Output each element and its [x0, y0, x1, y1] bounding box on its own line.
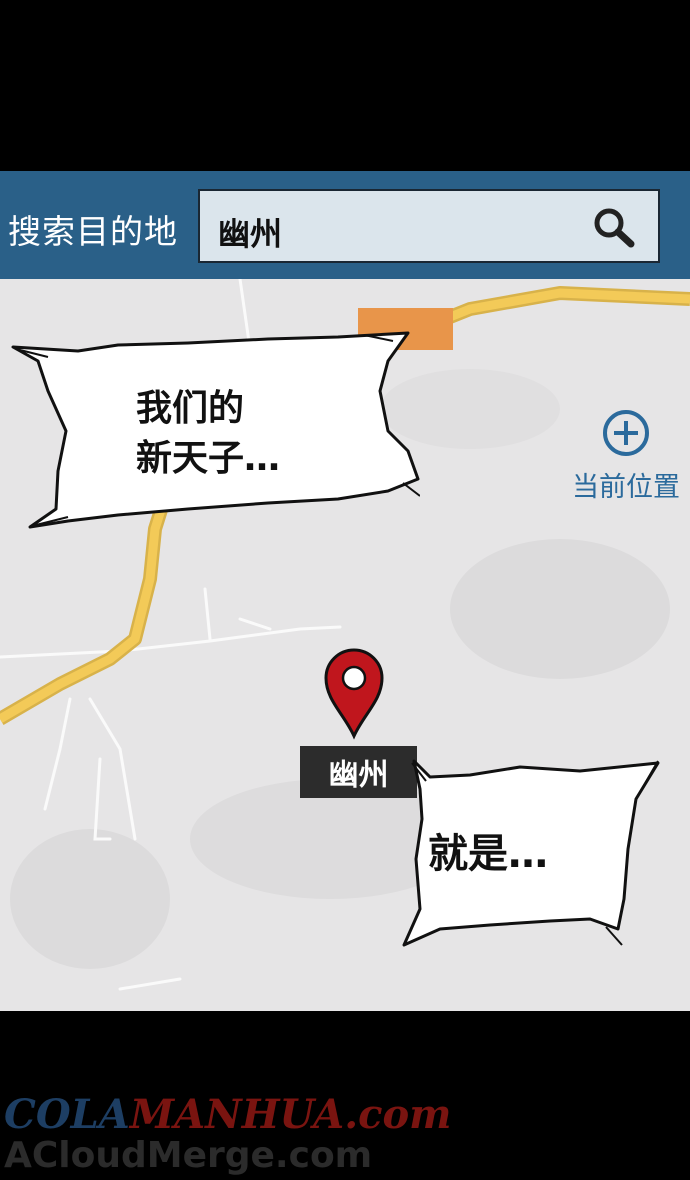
- speech-line-1: 我们的: [136, 388, 245, 429]
- watermark-part-1: COLA: [4, 1091, 130, 1138]
- map-marker[interactable]: [322, 648, 386, 744]
- current-location-label: 当前位置: [572, 472, 680, 503]
- search-bar: 搜索目的地 幽州: [0, 171, 690, 279]
- watermark-line-2: ACloudMerge.com: [4, 1135, 373, 1176]
- search-input[interactable]: 幽州: [198, 189, 660, 263]
- watermark-area: COLAMANHUA.com ACloudMerge.com: [0, 1011, 690, 1180]
- watermark-part-2: MANHUA.com: [129, 1091, 452, 1138]
- watermark-line-1: COLAMANHUA.com: [4, 1091, 451, 1138]
- locate-plus-icon: [603, 410, 649, 456]
- search-icon: [594, 208, 635, 248]
- location-pin-icon: [324, 648, 384, 740]
- speech-bubble-bottom: 就是…: [400, 759, 662, 959]
- current-location-button[interactable]: 当前位置: [562, 409, 690, 504]
- speech-line-2: 新天子…: [136, 438, 281, 479]
- search-label: 搜索目的地: [8, 212, 178, 251]
- comic-panel: 搜索目的地 幽州 当前位置 幽州 我们的 新天子… 就是…: [0, 171, 690, 1011]
- search-button[interactable]: [590, 205, 638, 251]
- search-input-value: 幽州: [218, 215, 283, 253]
- speech-bubble-bottom-text: 就是…: [428, 831, 548, 877]
- speech-bubble-top-text: 我们的 新天子…: [136, 384, 280, 484]
- speech-bubble-top: 我们的 新天子…: [8, 331, 420, 543]
